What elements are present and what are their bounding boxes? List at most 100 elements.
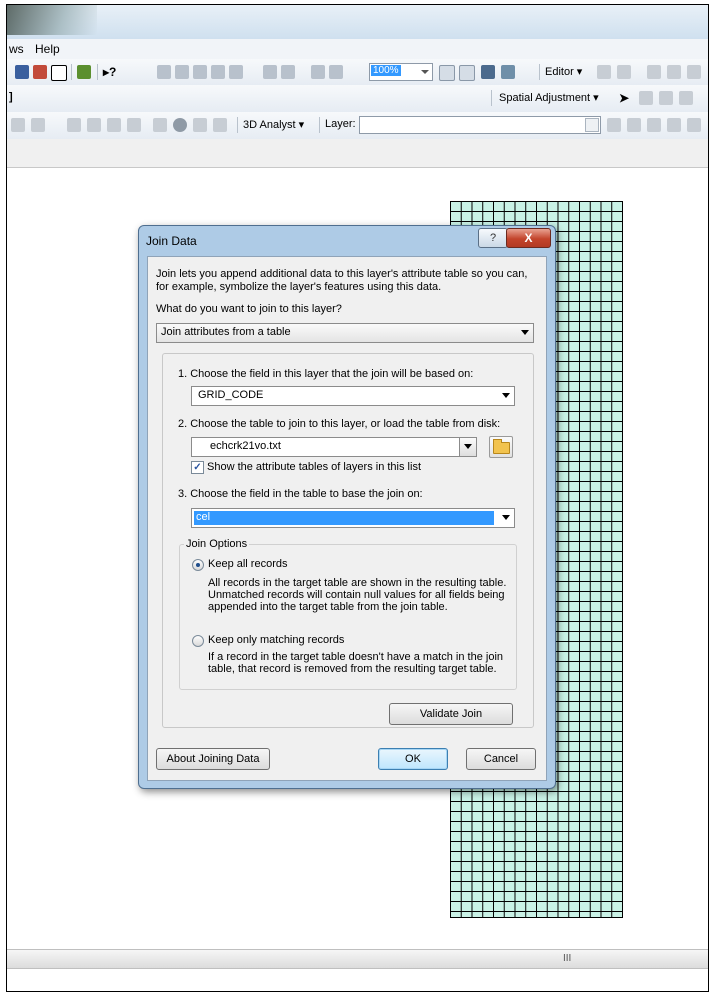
multi-displacement-icon[interactable] xyxy=(679,91,693,105)
keep-matching-records-label[interactable]: Keep only matching records xyxy=(208,634,344,646)
cancel-button[interactable]: Cancel xyxy=(466,748,536,770)
chevron-down-icon xyxy=(521,330,529,335)
window-title-strip xyxy=(7,5,708,39)
interpolate-point-icon[interactable] xyxy=(87,118,101,132)
menu-bar: ws Help xyxy=(7,39,708,59)
straight-segment-icon[interactable] xyxy=(647,65,661,79)
create-steepest-path-icon[interactable] xyxy=(607,118,621,132)
arcglobe-icon[interactable] xyxy=(687,118,701,132)
line-of-sight-icon[interactable] xyxy=(153,118,167,132)
zoom-combo[interactable]: 100% xyxy=(369,63,433,81)
about-joining-data-button[interactable]: About Joining Data xyxy=(156,748,270,770)
selection-highlight xyxy=(194,511,494,525)
toolbox-icon[interactable] xyxy=(33,65,47,79)
contour-icon[interactable] xyxy=(127,118,141,132)
modify-link-icon[interactable] xyxy=(659,91,673,105)
layer-label: Layer: xyxy=(325,118,356,130)
step1-label: 1. Choose the field in this layer that t… xyxy=(178,368,474,380)
join-data-dialog: Join Data ? X Join lets you append addit… xyxy=(138,225,556,789)
dialog-body: Join lets you append additional data to … xyxy=(147,256,547,781)
page-zoom-icon[interactable] xyxy=(263,65,277,79)
toolbar-row-3: 3D Analyst ▾ Layer: xyxy=(7,112,708,140)
find-icon[interactable] xyxy=(501,65,515,79)
close-button[interactable]: X xyxy=(506,228,551,248)
page-zoom-out-icon[interactable] xyxy=(281,65,295,79)
show-attribute-tables-label: Show the attribute tables of layers in t… xyxy=(207,461,421,473)
intro-text-line-2: for example, symbolize the layer's featu… xyxy=(156,281,442,293)
table-icon[interactable] xyxy=(15,65,29,79)
keep-all-desc-3: appended into the target table from the … xyxy=(208,601,448,613)
keep-all-records-radio[interactable] xyxy=(192,559,204,571)
step2-label: 2. Choose the table to join to this laye… xyxy=(178,418,501,430)
editor-menu[interactable]: Editor ▾ xyxy=(545,65,582,78)
pan-icon[interactable] xyxy=(193,65,207,79)
join-type-dropdown[interactable]: Join attributes from a table xyxy=(156,323,534,343)
toolbar-row-1: ▸? 100% Editor ▾ xyxy=(7,59,708,86)
tin-edit-icon[interactable] xyxy=(193,118,207,132)
join-table-dropdown-arrow[interactable] xyxy=(459,437,477,457)
menu-item-help[interactable]: Help xyxy=(35,42,60,56)
trace-icon[interactable] xyxy=(687,65,701,79)
interpolate-polygon-icon[interactable] xyxy=(627,118,641,132)
scroll-grip-icon[interactable]: III xyxy=(563,953,571,964)
previous-extent-icon[interactable] xyxy=(311,65,325,79)
chevron-down-icon xyxy=(502,515,510,520)
toolbar-grip: ] xyxy=(9,91,13,103)
toolbar-dock-area xyxy=(7,139,708,168)
join-table-field-dropdown[interactable]: cel xyxy=(191,508,515,528)
keep-all-desc-2: Unmatched records will contain null valu… xyxy=(208,589,505,601)
show-attribute-tables-checkbox[interactable]: ✓ xyxy=(191,461,204,474)
add-feature-icon[interactable] xyxy=(647,118,661,132)
steepest-path-icon[interactable] xyxy=(107,118,121,132)
keep-matching-records-radio[interactable] xyxy=(192,635,204,647)
join-table-dropdown[interactable]: echcrk21vo.txt xyxy=(191,437,477,457)
layer-field-dropdown[interactable]: GRID_CODE xyxy=(191,386,515,406)
zoom-in-icon[interactable] xyxy=(157,65,171,79)
ok-button[interactable]: OK xyxy=(378,748,448,770)
menu-item-windows[interactable]: ws xyxy=(9,42,24,56)
zoom-out-icon[interactable] xyxy=(175,65,189,79)
step3-label: 3. Choose the field in the table to base… xyxy=(178,488,423,500)
interpolate-line-icon[interactable] xyxy=(67,118,81,132)
open-folder-icon[interactable] xyxy=(489,436,513,458)
full-extent-icon[interactable] xyxy=(211,65,225,79)
arcmap-window: ws Help ▸? 100% Editor ▾] Spatial Adjus… xyxy=(6,4,709,992)
intro-text-line-1: Join lets you append additional data to … xyxy=(156,268,528,280)
layout-toggle-icon[interactable] xyxy=(439,65,455,81)
globe-icon[interactable] xyxy=(173,118,187,132)
end-point-arc-icon[interactable] xyxy=(667,65,681,79)
chevron-down-icon xyxy=(464,444,472,449)
next-extent-icon[interactable] xyxy=(329,65,343,79)
python-window-icon[interactable] xyxy=(51,65,67,81)
horizontal-scrollbar[interactable]: III xyxy=(7,949,708,969)
profile-graph-icon[interactable] xyxy=(31,118,45,132)
whats-this-icon[interactable]: ▸? xyxy=(103,65,117,79)
validate-join-button[interactable]: Validate Join xyxy=(389,703,513,725)
keep-all-records-label[interactable]: Keep all records xyxy=(208,558,288,570)
help-button[interactable]: ? xyxy=(478,228,508,248)
keep-matching-desc-2: table, that record is removed from the r… xyxy=(208,663,497,675)
join-options-group: Join Options Keep all records All record… xyxy=(179,538,517,690)
3d-navigate-icon[interactable] xyxy=(11,118,25,132)
keep-all-desc-1: All records in the target table are show… xyxy=(208,577,507,589)
chevron-down-icon xyxy=(502,393,510,398)
dialog-title: Join Data xyxy=(146,234,197,248)
background-image-icon xyxy=(7,5,97,35)
select-elements-icon[interactable]: ➤ xyxy=(619,91,633,105)
keep-matching-desc-1: If a record in the target table doesn't … xyxy=(208,651,504,663)
join-question-label: What do you want to join to this layer? xyxy=(156,303,342,315)
binoculars-icon[interactable] xyxy=(481,65,495,79)
new-displacement-link-icon[interactable] xyxy=(639,91,653,105)
data-view-icon[interactable] xyxy=(459,65,475,81)
edit-annotation-icon[interactable] xyxy=(617,65,631,79)
spatial-adjustment-menu[interactable]: Spatial Adjustment ▾ xyxy=(499,91,599,104)
fixed-zoom-icon[interactable] xyxy=(229,65,243,79)
tin-node-icon[interactable] xyxy=(213,118,227,132)
layer-dropdown[interactable] xyxy=(359,116,601,134)
edit-tool-icon[interactable] xyxy=(597,65,611,79)
arcscene-icon[interactable] xyxy=(667,118,681,132)
join-settings-panel: 1. Choose the field in this layer that t… xyxy=(162,353,534,728)
model-builder-icon[interactable] xyxy=(77,65,91,79)
3d-analyst-menu[interactable]: 3D Analyst ▾ xyxy=(243,118,304,131)
join-options-label: Join Options xyxy=(184,538,250,550)
